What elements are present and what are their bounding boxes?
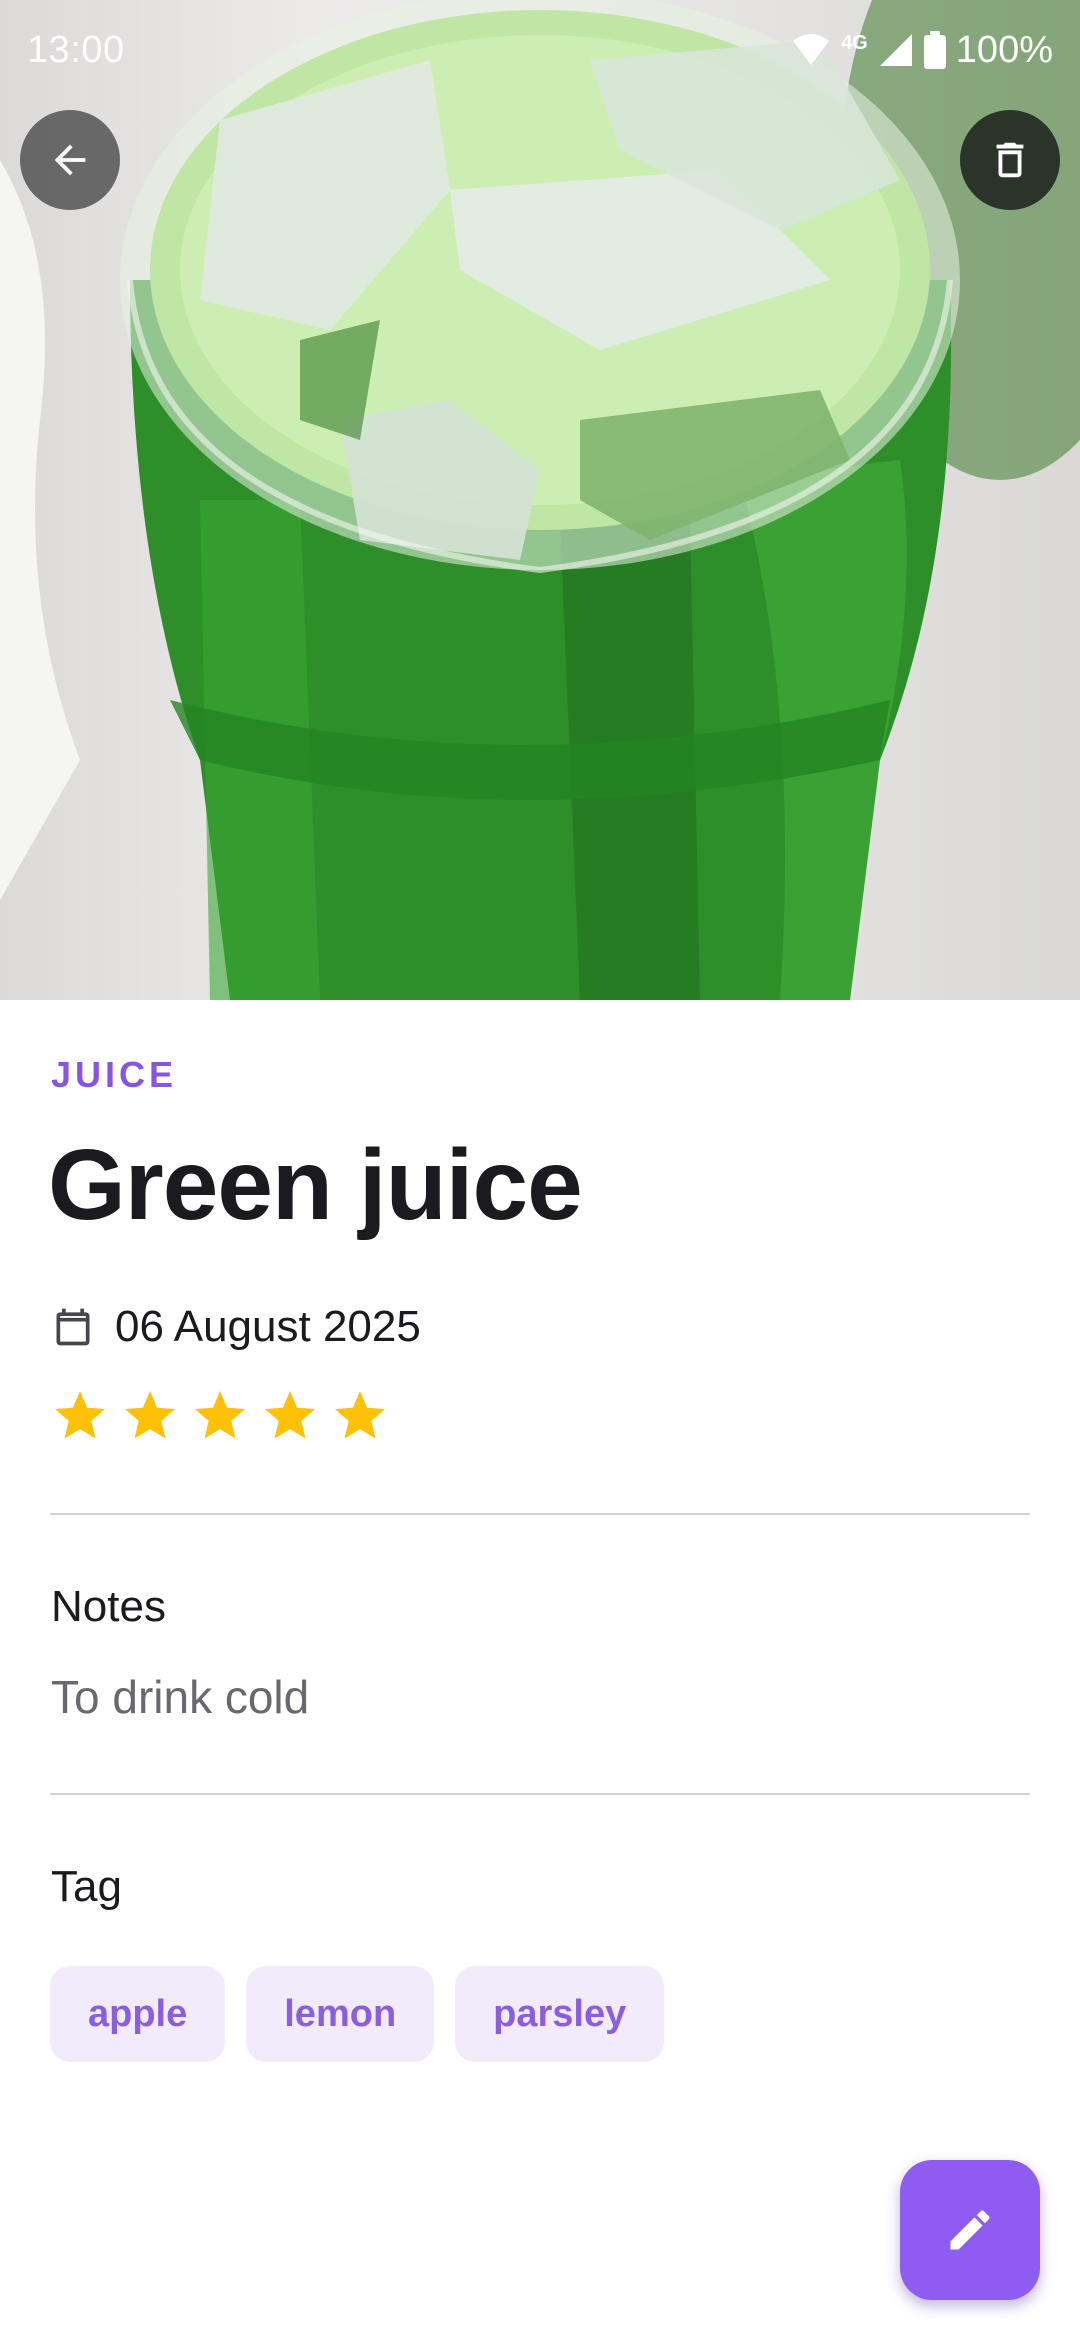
calendar-icon: [56, 1308, 90, 1346]
edit-button[interactable]: [900, 2160, 1040, 2300]
divider: [50, 1513, 1030, 1515]
network-type-label: 4G: [841, 31, 868, 54]
back-button[interactable]: [20, 110, 120, 210]
status-bar: 13:00 4G 100%: [0, 0, 1080, 100]
star-icon: [265, 1391, 315, 1439]
status-icons: 4G 100%: [791, 29, 1053, 72]
hero-image: [0, 0, 1080, 1000]
star-icon: [195, 1391, 245, 1439]
green-juice-photo: [0, 0, 1080, 1000]
signal-icon: [879, 34, 912, 66]
rating-stars: [50, 1386, 390, 1446]
trash-icon: [996, 142, 1024, 178]
date-row: 06 August 2025: [51, 1302, 421, 1352]
status-time: 13:00: [27, 28, 125, 71]
battery-percentage: 100%: [955, 28, 1053, 71]
tag-chip[interactable]: lemon: [246, 1966, 435, 2062]
tag-chip[interactable]: apple: [50, 1966, 226, 2062]
notes-text: To drink cold: [51, 1671, 310, 1723]
tag-chip[interactable]: parsley: [455, 1966, 665, 2062]
delete-button[interactable]: [960, 110, 1060, 210]
star-icon: [335, 1391, 385, 1439]
battery-icon: [923, 31, 946, 69]
arrow-left-icon: [54, 144, 86, 176]
tag-list: apple lemon parsley: [50, 1966, 665, 2062]
drink-title: Green juice: [48, 1129, 583, 1241]
notes-label: Notes: [51, 1582, 166, 1631]
star-icon: [125, 1391, 175, 1439]
category-label: JUICE: [51, 1054, 178, 1095]
tag-label: Tag: [51, 1862, 122, 1911]
divider: [50, 1793, 1030, 1795]
drink-date: 06 August 2025: [115, 1302, 421, 1351]
wifi-icon: [793, 34, 830, 65]
star-icon: [55, 1391, 105, 1439]
pencil-icon: [950, 2210, 990, 2250]
